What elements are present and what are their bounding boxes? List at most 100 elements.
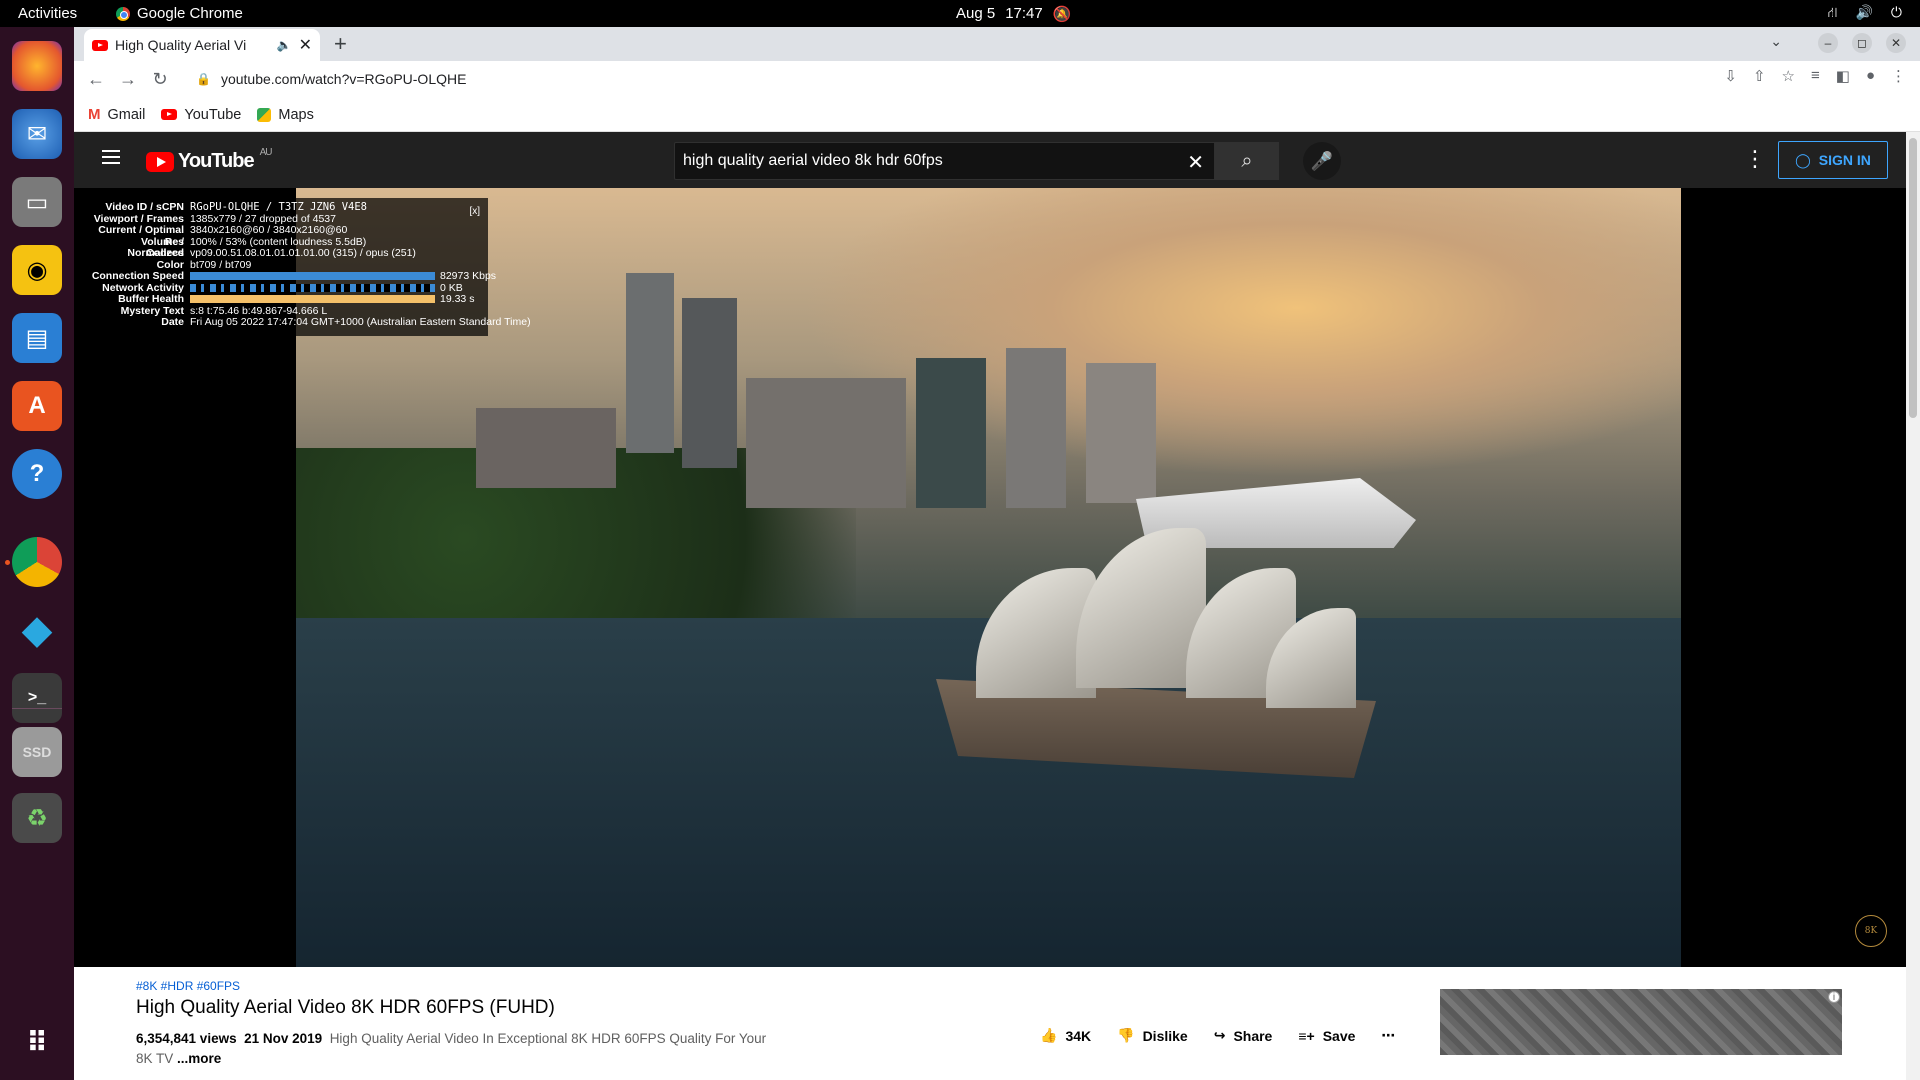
video-scene-tower [1006,348,1066,508]
chrome-icon[interactable] [12,537,62,587]
media-controls-icon[interactable]: ≡ [1811,67,1820,85]
share-label: Share [1233,1027,1273,1044]
back-arrow-icon[interactable]: ← [80,69,112,90]
buffer-health-graph [190,295,435,304]
save-button[interactable]: ≡+ Save [1298,1028,1355,1044]
new-tab-button[interactable]: + [334,31,347,57]
close-stats-button[interactable]: [x] [469,206,480,217]
audio-playing-icon[interactable]: 🔈 [277,38,292,52]
bookmark-star-icon[interactable]: ☆ [1782,67,1795,85]
account-circle-icon: ◯ [1795,151,1811,168]
clock-time: 17:47 [1005,5,1043,22]
video-frame[interactable] [296,188,1681,967]
stats-value: Fri Aug 05 2022 17:47:04 GMT+1000 (Austr… [190,316,531,328]
app-menu[interactable]: Google Chrome [116,5,243,22]
video-scene-buildings [476,408,616,488]
reload-icon[interactable]: ↻ [144,69,176,90]
show-apps-icon[interactable]: ⠿ [12,1017,62,1067]
stats-label: Codecs [146,247,184,259]
address-bar[interactable]: 🔒 youtube.com/watch?v=RGoPU-OLQHE [182,64,1762,94]
running-indicator [5,560,10,565]
rhythmbox-icon[interactable]: ◉ [12,245,62,295]
video-scene-buildings [746,378,906,508]
clock[interactable]: Aug 5 17:47 🔕 [956,5,1071,23]
toolbar-actions: ⇩ ⇧ ☆ ≡ ◧ ● ⋮ [1724,67,1906,85]
thunderbird-icon[interactable]: ✉ [12,109,62,159]
sign-in-button[interactable]: ◯ SIGN IN [1778,141,1888,179]
youtube-logo[interactable]: YouTube AU [146,147,273,173]
tab-search-chevron-down-icon[interactable]: ⌄ [1770,33,1782,50]
stats-label: Date [161,316,184,328]
voice-search-button[interactable]: 🎤 [1303,142,1341,180]
share-arrow-icon: ↪ [1213,1027,1226,1043]
search-input[interactable]: high quality aerial video 8k hdr 60fps ✕ [674,142,1215,180]
bookmark-youtube[interactable]: YouTube [161,107,241,123]
thumbs-up-icon: 👍 [1040,1027,1058,1043]
share-icon[interactable]: ⇧ [1753,67,1766,85]
video-title: High Quality Aerial Video 8K HDR 60FPS (… [136,997,555,1018]
stats-row: Current / Optimal Res 3840x2160@60 / 3840… [90,224,482,247]
like-button[interactable]: 👍 34K [1040,1027,1091,1044]
search-button[interactable]: ⌕ [1215,142,1279,180]
network-activity-graph [190,283,435,292]
browser-tab[interactable]: High Quality Aerial Vi 🔈 ✕ [84,29,320,61]
settings-more-icon[interactable]: ⋮ [1744,146,1766,172]
close-window-button[interactable]: ✕ [1886,33,1906,53]
maximize-button[interactable]: ◻ [1852,33,1872,53]
help-icon[interactable]: ? [12,449,62,499]
writer-icon[interactable]: ▤ [12,313,62,363]
system-tray[interactable]: ⛙ 🔊 ⏻ [1828,4,1902,23]
activities-button[interactable]: Activities [18,5,77,22]
hashtags[interactable]: #8K #HDR #60FPS [136,979,240,993]
chrome-menu-icon[interactable]: ⋮ [1891,67,1906,85]
software-icon[interactable]: A [12,381,62,431]
system-top-bar: Activities Google Chrome Aug 5 17:47 🔕 ⛙… [0,0,1920,27]
stats-row: Connection Speed 82973 Kbps [90,270,496,283]
url-text: youtube.com/watch?v=RGoPU-OLQHE [220,71,467,87]
clear-search-icon[interactable]: ✕ [1187,150,1204,175]
stats-value: vp09.00.51.08.01.01.01.01.00 (315) / opu… [190,247,416,259]
firefox-icon[interactable] [12,41,62,91]
stats-value: 0 KB [440,281,463,294]
stats-value: 82973 Kbps [440,270,497,282]
youtube-icon [161,109,178,120]
bookmarks-bar: M Gmail YouTube Maps [74,98,1920,132]
connection-speed-graph [190,272,435,281]
show-more-link[interactable]: ...more [177,1051,221,1066]
youtube-favicon-icon [92,39,108,51]
minimize-button[interactable]: – [1818,33,1838,53]
bookmark-gmail[interactable]: M Gmail [88,106,145,123]
kodi-icon[interactable]: ◆ [12,605,62,655]
terminal-icon[interactable]: >_ [12,673,62,723]
ssd-drive-icon[interactable]: SSD [12,727,62,777]
video-info: #8K #HDR #60FPS High Quality Aerial Vide… [74,967,1906,1080]
files-icon[interactable]: ▭ [12,177,62,227]
channel-watermark[interactable]: 8K [1855,915,1887,947]
youtube-header: YouTube AU high quality aerial video 8k … [74,132,1920,188]
hamburger-menu-icon[interactable] [102,150,120,164]
more-horizontal-icon: ⋯ [1381,1027,1396,1043]
stats-row: Codecs vp09.00.51.08.01.01.01.01.00 (315)… [90,247,482,260]
trash-icon[interactable]: ♻ [12,793,62,843]
ad-info-icon[interactable]: i [1828,991,1840,1003]
youtube-wordmark: YouTube [178,150,255,172]
video-player[interactable]: [x] Video ID / sCPN RGoPU-OLQHE / T3TZ JZ… [74,188,1906,967]
more-actions-button[interactable]: ⋯ [1381,1027,1395,1044]
stats-for-nerds-panel: [x] Video ID / sCPN RGoPU-OLQHE / T3TZ JZ… [84,198,531,336]
ad-banner[interactable] [1440,989,1842,1055]
install-app-icon[interactable]: ⇩ [1724,67,1737,85]
forward-arrow-icon[interactable]: → [112,69,144,90]
lock-icon[interactable]: 🔒 [196,72,211,86]
page-scrollbar[interactable] [1906,132,1920,1080]
bookmark-label: Gmail [107,106,146,123]
side-panel-icon[interactable]: ◧ [1836,67,1850,85]
video-description[interactable]: 6,354,841 views 21 Nov 2019 High Quality… [136,1029,786,1069]
profile-avatar-icon[interactable]: ● [1866,67,1875,85]
region-code: AU [259,147,273,158]
scrollbar-thumb[interactable] [1909,138,1917,418]
dislike-button[interactable]: 👎 Dislike [1117,1027,1188,1044]
volume-icon: 🔊 [1855,4,1873,20]
share-button[interactable]: ↪ Share [1214,1027,1273,1044]
close-tab-icon[interactable]: ✕ [299,35,312,55]
bookmark-maps[interactable]: Maps [257,107,314,123]
